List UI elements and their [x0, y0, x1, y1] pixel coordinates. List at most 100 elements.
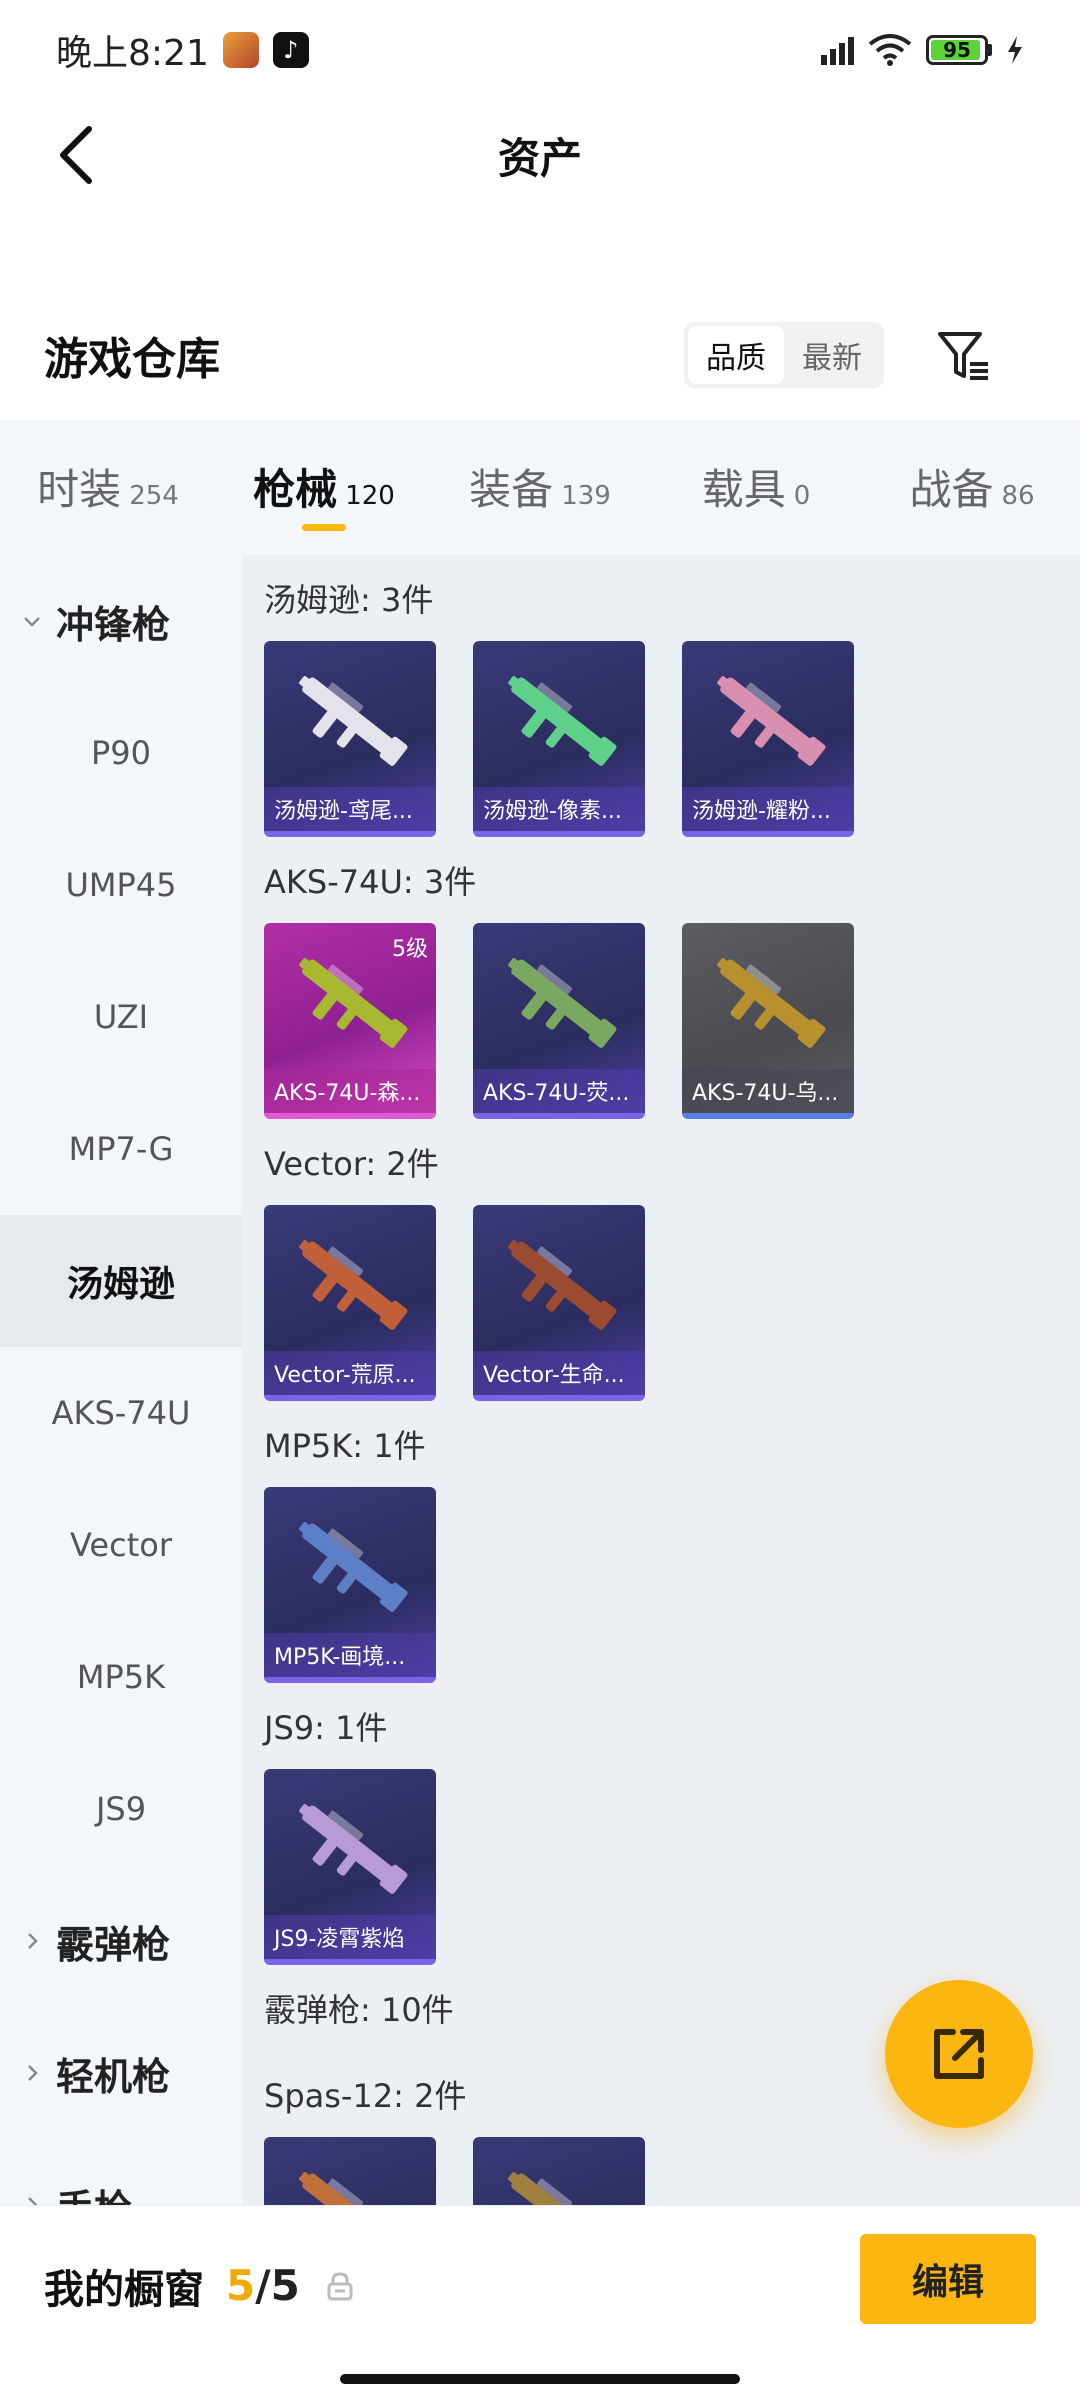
- weapon-skin-icon: [299, 676, 408, 766]
- weapon-card-label: AKS-74U-森...: [264, 1069, 436, 1113]
- weapon-card-row: [264, 2137, 1080, 2205]
- sidebar-item-label: P90: [90, 734, 151, 772]
- weapon-card[interactable]: 汤姆逊-像素...: [473, 641, 645, 837]
- weapon-type-sidebar: 冲锋枪 P90 UMP45 UZI MP7-G 汤姆逊 AKS-74U Vector MP5K J…: [0, 555, 242, 2205]
- tab-label: 时装: [37, 465, 122, 514]
- sidebar-item[interactable]: UZI: [0, 951, 242, 1083]
- chevron-right-icon: [28, 2197, 38, 2205]
- weapon-card[interactable]: 汤姆逊-鸢尾...: [264, 641, 436, 837]
- weapon-grid: 汤姆逊: 3件 汤姆逊-鸢尾... 汤姆逊-像素... 汤姆逊-耀粉... AKS-74…: [242, 555, 1080, 2205]
- showcase-bar: 我的橱窗 5/5 编辑: [0, 2205, 1080, 2365]
- tab-firearms[interactable]: 枪械 120: [216, 420, 432, 555]
- sidebar-item[interactable]: 汤姆逊: [0, 1215, 242, 1347]
- weapon-card-label: AKS-74U-荧...: [473, 1069, 645, 1113]
- weapon-card[interactable]: Vector-生命...: [473, 1205, 645, 1401]
- weapon-skin-icon: [717, 958, 826, 1048]
- sidebar-item[interactable]: Vector: [0, 1479, 242, 1611]
- weapon-skin-icon: [299, 1804, 408, 1894]
- status-indicators: 95: [821, 34, 1024, 66]
- tab-count: 120: [345, 481, 395, 511]
- tab-count: 139: [561, 481, 611, 511]
- weapon-card[interactable]: JS9-凌霄紫焰: [264, 1769, 436, 1965]
- chevron-right-icon: [28, 2065, 38, 2081]
- tab-label: 战备: [909, 465, 994, 514]
- weapon-skin-icon: [508, 1240, 617, 1330]
- weapon-card[interactable]: 5级 AKS-74U-森...: [264, 923, 436, 1119]
- weapon-card[interactable]: Vector-荒原...: [264, 1205, 436, 1401]
- weapon-card-label: JS9-凌霄紫焰: [264, 1915, 436, 1959]
- sidebar-item[interactable]: MP7-G: [0, 1083, 242, 1215]
- weapon-card-row: 汤姆逊-鸢尾... 汤姆逊-像素... 汤姆逊-耀粉...: [264, 641, 1080, 837]
- weapon-skin-icon: [508, 676, 617, 766]
- sidebar-item[interactable]: UMP45: [0, 819, 242, 951]
- weapon-card-label: Vector-生命...: [473, 1351, 645, 1395]
- tab-vehicles[interactable]: 载具 0: [648, 420, 864, 555]
- weapon-card-label: 汤姆逊-鸢尾...: [264, 787, 436, 831]
- sort-option-newest[interactable]: 最新: [784, 326, 880, 384]
- filter-button[interactable]: [932, 324, 996, 388]
- sidebar-item-label: Vector: [70, 1526, 172, 1564]
- sidebar-group-item[interactable]: 冲锋枪: [0, 555, 242, 687]
- sidebar-group-item[interactable]: 轻机枪: [0, 2007, 242, 2139]
- back-button[interactable]: [40, 122, 110, 188]
- tab-label: 载具: [701, 465, 786, 514]
- weapon-card-label: Vector-荒原...: [264, 1351, 436, 1395]
- group-header: Vector: 2件: [264, 1145, 439, 1183]
- weapon-card-label: AKS-74U-乌...: [682, 1069, 854, 1113]
- sidebar-item-label: 霰弹枪: [56, 1922, 171, 1967]
- showcase-count: 5/5: [226, 2261, 300, 2310]
- chevron-right-icon: [28, 1933, 38, 1949]
- weapon-card[interactable]: [473, 2137, 645, 2205]
- weapon-card[interactable]: MP5K-画境...: [264, 1487, 436, 1683]
- charging-icon: [1008, 36, 1022, 64]
- tab-war-supplies[interactable]: 战备 86: [864, 420, 1080, 555]
- weapon-card-row: 5级 AKS-74U-森... AKS-74U-荧... AKS-74U-乌...: [264, 923, 1080, 1119]
- sidebar-item-label: 冲锋枪: [56, 602, 171, 647]
- page-title: 资产: [497, 133, 582, 183]
- sidebar-item[interactable]: P90: [0, 687, 242, 819]
- sidebar-item-label: AKS-74U: [51, 1394, 191, 1432]
- home-indicator[interactable]: [340, 2374, 740, 2384]
- weapon-card[interactable]: AKS-74U-乌...: [682, 923, 854, 1119]
- weapon-card-label: 汤姆逊-耀粉...: [682, 787, 854, 831]
- sidebar-item-label: MP5K: [76, 1658, 166, 1696]
- tab-label: 枪械: [253, 465, 338, 514]
- category-tabs: 时装 254 枪械 120 装备 139 载具 0 战备 86: [0, 420, 1080, 555]
- battery-percent: 95: [943, 38, 971, 62]
- tab-costume[interactable]: 时装 254: [0, 420, 216, 555]
- filter-icon: [938, 332, 988, 380]
- sidebar-item-label: 汤姆逊: [66, 1264, 175, 1305]
- sidebar-item[interactable]: JS9: [0, 1743, 242, 1875]
- weapon-skin-icon: [508, 2172, 606, 2205]
- game-app-icon: [222, 32, 259, 68]
- sidebar-item[interactable]: MP5K: [0, 1611, 242, 1743]
- tiktok-app-icon: ♪: [272, 32, 309, 68]
- weapon-card-label: 汤姆逊-像素...: [473, 787, 645, 831]
- tab-equipment[interactable]: 装备 139: [432, 420, 648, 555]
- sidebar-item-label: 轻机枪: [56, 2054, 171, 2099]
- sidebar-item-label: UMP45: [65, 866, 177, 904]
- weapon-card[interactable]: 汤姆逊-耀粉...: [682, 641, 854, 837]
- weapon-card[interactable]: AKS-74U-荧...: [473, 923, 645, 1119]
- status-time: 晚上8:21: [56, 33, 209, 74]
- sidebar-item-label: UZI: [93, 998, 149, 1036]
- edit-button[interactable]: 编辑: [860, 2234, 1036, 2324]
- weapon-skin-icon: [508, 958, 617, 1048]
- showcase-title: 我的橱窗: [44, 2266, 204, 2313]
- weapon-skin-icon: [299, 1240, 408, 1330]
- level-badge: 5级: [392, 937, 428, 962]
- weapon-card-row: MP5K-画境...: [264, 1487, 1080, 1683]
- weapon-skin-icon: [299, 1522, 408, 1612]
- sidebar-item-label: JS9: [95, 1790, 147, 1828]
- weapon-card[interactable]: [264, 2137, 436, 2205]
- weapon-card-row: JS9-凌霄紫焰: [264, 1769, 1080, 1965]
- share-button[interactable]: [885, 1980, 1033, 2128]
- battery-icon: 95: [926, 35, 988, 65]
- sidebar-group-item[interactable]: 霰弹枪: [0, 1875, 242, 2007]
- sidebar-group-item[interactable]: 手枪: [0, 2139, 242, 2205]
- sort-option-quality[interactable]: 品质: [688, 326, 784, 384]
- back-arrow-icon: [60, 126, 92, 184]
- cellular-signal-icon: [821, 35, 854, 65]
- sidebar-item[interactable]: AKS-74U: [0, 1347, 242, 1479]
- weapon-skin-icon: [717, 676, 826, 766]
